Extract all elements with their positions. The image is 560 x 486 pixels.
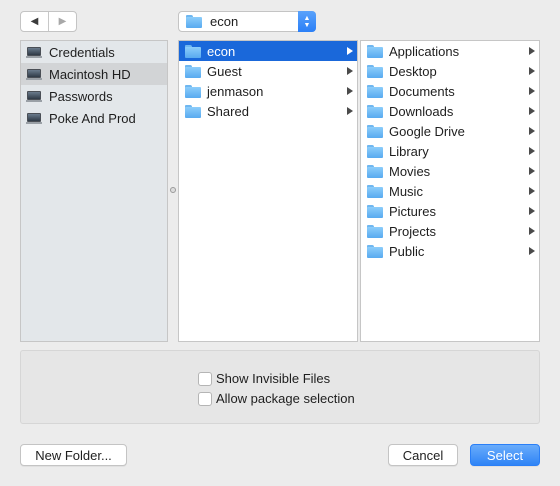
disclosure-arrow-icon [529,87,535,95]
list-item[interactable]: Music [361,181,539,201]
select-button[interactable]: Select [470,444,540,466]
list-item[interactable]: econ [179,41,357,61]
list-item[interactable]: jenmason [179,81,357,101]
folder-icon [185,84,201,98]
list-item-label: Movies [389,163,431,179]
sidebar: Credentials Macintosh HD Passwords Poke … [20,40,168,342]
list-item-label: Public [389,243,425,259]
list-item-label: Google Drive [389,123,465,139]
drive-icon [26,112,42,124]
show-invisible-files-checkbox[interactable]: Show Invisible Files [198,371,330,386]
sidebar-item-passwords[interactable]: Passwords [21,85,167,107]
disclosure-arrow-icon [529,147,535,155]
folder-icon [185,64,201,78]
path-popup-label: econ [210,14,239,29]
list-item-label: Desktop [389,63,437,79]
list-item[interactable]: Applications [361,41,539,61]
disclosure-arrow-icon [529,47,535,55]
disclosure-arrow-icon [347,67,353,75]
options-panel [20,350,540,424]
list-item[interactable]: Projects [361,221,539,241]
folder-icon [367,164,383,178]
list-item-label: Music [389,183,423,199]
browser-column-2: Applications Desktop Documents Downloads… [360,40,540,342]
sidebar-item-label: Credentials [49,44,115,60]
list-item-label: jenmason [207,83,264,99]
disclosure-arrow-icon [529,207,535,215]
list-item[interactable]: Public [361,241,539,261]
sidebar-item-label: Poke And Prod [49,110,136,126]
drive-icon [26,68,42,80]
list-item[interactable]: Downloads [361,101,539,121]
folder-icon [367,64,383,78]
disclosure-arrow-icon [529,107,535,115]
disclosure-arrow-icon [529,247,535,255]
disclosure-arrow-icon [529,227,535,235]
list-item-label: Applications [389,43,460,59]
folder-icon [367,144,383,158]
forward-button[interactable]: ▶ [49,12,76,31]
forward-arrow-icon: ▶ [58,16,67,27]
folder-icon [367,204,383,218]
folder-icon [367,44,383,58]
back-arrow-icon: ◀ [30,16,39,27]
list-item-label: Library [389,143,429,159]
folder-icon [367,104,383,118]
back-button[interactable]: ◀ [21,12,49,31]
list-item[interactable]: Documents [361,81,539,101]
list-item[interactable]: Guest [179,61,357,81]
list-item-label: Projects [389,223,436,239]
list-item-label: Pictures [389,203,436,219]
list-item-label: Documents [389,83,455,99]
disclosure-arrow-icon [529,167,535,175]
list-item-label: Shared [207,103,249,119]
browser-column-1: econ Guest jenmason Shared [178,40,358,342]
history-nav: ◀ ▶ [20,11,77,32]
folder-icon [367,124,383,138]
list-item[interactable]: Library [361,141,539,161]
list-item[interactable]: Google Drive [361,121,539,141]
sidebar-item-macintosh-hd[interactable]: Macintosh HD [21,63,167,85]
folder-icon [367,84,383,98]
allow-package-selection-checkbox[interactable]: Allow package selection [198,391,355,406]
sidebar-item-credentials[interactable]: Credentials [21,41,167,63]
folder-icon [367,184,383,198]
path-popup[interactable]: econ ▲ ▼ [178,11,316,32]
disclosure-arrow-icon [347,87,353,95]
drive-icon [26,46,42,58]
drive-icon [26,90,42,102]
disclosure-arrow-icon [347,107,353,115]
disclosure-arrow-icon [347,47,353,55]
list-item-label: econ [207,43,236,59]
folder-icon [367,244,383,258]
sidebar-splitter-handle[interactable] [170,187,176,193]
list-item[interactable]: Pictures [361,201,539,221]
checkbox-label: Show Invisible Files [216,371,331,386]
disclosure-arrow-icon [529,127,535,135]
folder-icon [185,104,201,118]
disclosure-arrow-icon [529,187,535,195]
popup-stepper-icon: ▲ ▼ [298,11,316,32]
new-folder-button[interactable]: New Folder... [20,444,127,466]
sidebar-item-label: Passwords [49,88,113,104]
checkbox-label: Allow package selection [216,391,355,406]
disclosure-arrow-icon [529,67,535,75]
list-item-label: Downloads [389,103,454,119]
sidebar-item-label: Macintosh HD [49,66,131,82]
list-item-label: Guest [207,63,242,79]
checkbox-box[interactable] [198,391,212,406]
cancel-button[interactable]: Cancel [388,444,458,466]
folder-icon [185,44,201,58]
folder-icon [186,15,202,28]
checkbox-box[interactable] [198,371,212,386]
list-item[interactable]: Movies [361,161,539,181]
list-item[interactable]: Shared [179,101,357,121]
folder-icon [367,224,383,238]
list-item[interactable]: Desktop [361,61,539,81]
sidebar-item-poke-and-prod[interactable]: Poke And Prod [21,107,167,129]
